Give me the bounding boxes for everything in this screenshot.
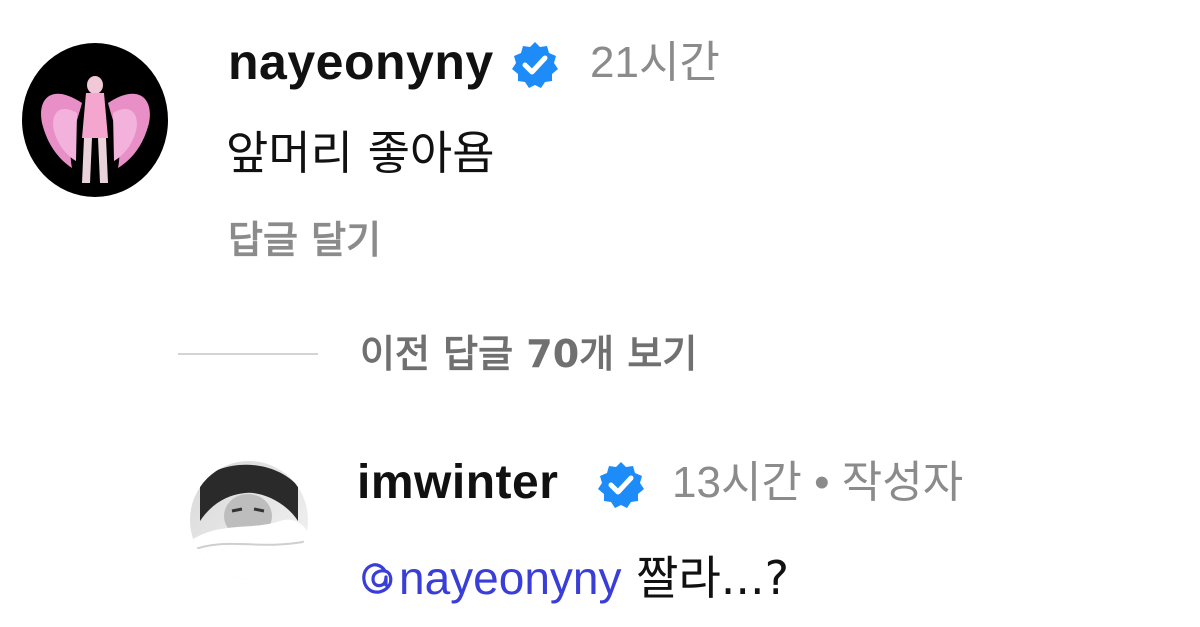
comment-username[interactable]: imwinter xyxy=(357,451,558,515)
comment-username[interactable]: nayeonyny xyxy=(228,30,494,94)
mention-link[interactable]: nayeonyny xyxy=(357,552,622,604)
avatar-image xyxy=(190,461,308,579)
reply-button[interactable]: 답글 달기 xyxy=(228,212,381,268)
avatar[interactable] xyxy=(190,461,308,579)
comment-thread: nayeonyny 21시간 앞머리 좋아욤 답글 달기 이전 답글 70개 보… xyxy=(0,0,1200,627)
threads-at-icon xyxy=(362,563,393,594)
view-previous-replies-button[interactable]: 이전 답글 70개 보기 xyxy=(360,326,697,382)
comment-meta: 13시간 • 작성자 xyxy=(672,458,964,507)
avatar[interactable] xyxy=(22,43,168,197)
comment-text-row: nayeonyny 짤라...? xyxy=(357,546,789,610)
verified-badge-icon xyxy=(512,42,558,88)
comment-timestamp: 21시간 xyxy=(590,38,720,87)
replies-divider xyxy=(178,353,318,355)
avatar-image xyxy=(22,43,168,197)
comment-text: 앞머리 좋아욤 xyxy=(226,126,495,180)
mention-username: nayeonyny xyxy=(399,552,622,604)
comment-text: 짤라...? xyxy=(621,551,790,605)
verified-badge-icon xyxy=(598,462,644,508)
